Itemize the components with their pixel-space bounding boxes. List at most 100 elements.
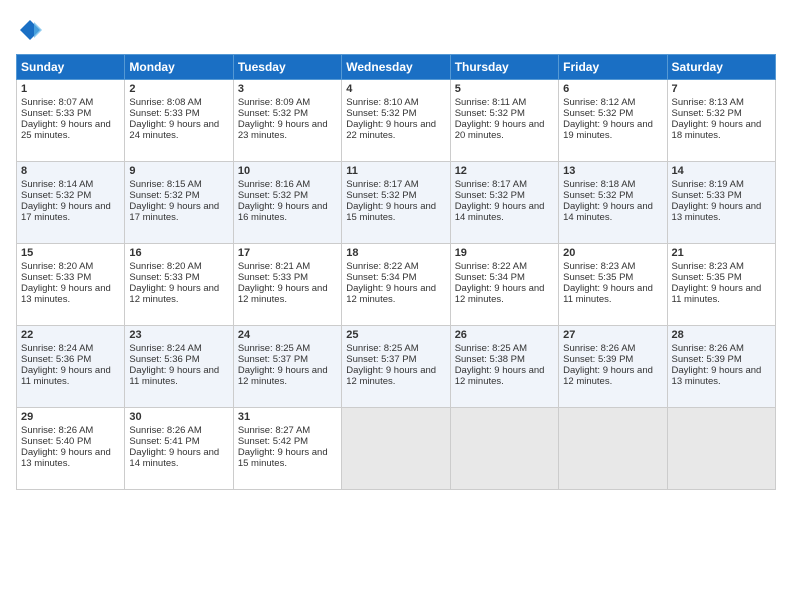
sunset: Sunset: 5:39 PM <box>672 354 742 365</box>
calendar-cell: 5Sunrise: 8:11 AMSunset: 5:32 PMDaylight… <box>450 80 558 162</box>
calendar-cell <box>559 408 667 490</box>
day-number: 14 <box>672 165 771 177</box>
calendar-cell: 2Sunrise: 8:08 AMSunset: 5:33 PMDaylight… <box>125 80 233 162</box>
sunset: Sunset: 5:41 PM <box>129 436 199 447</box>
calendar-cell <box>667 408 775 490</box>
day-number: 28 <box>672 329 771 341</box>
day-number: 19 <box>455 247 554 259</box>
sunrise: Sunrise: 8:23 AM <box>672 261 744 272</box>
day-number: 5 <box>455 83 554 95</box>
daylight: Daylight: 9 hours and 16 minutes. <box>238 201 328 223</box>
sunrise: Sunrise: 8:16 AM <box>238 179 310 190</box>
sunrise: Sunrise: 8:08 AM <box>129 97 201 108</box>
sunrise: Sunrise: 8:26 AM <box>129 425 201 436</box>
calendar-cell: 17Sunrise: 8:21 AMSunset: 5:33 PMDayligh… <box>233 244 341 326</box>
daylight: Daylight: 9 hours and 20 minutes. <box>455 119 545 141</box>
daylight: Daylight: 9 hours and 13 minutes. <box>21 447 111 469</box>
day-number: 12 <box>455 165 554 177</box>
sunrise: Sunrise: 8:14 AM <box>21 179 93 190</box>
day-number: 1 <box>21 83 120 95</box>
calendar-cell: 8 Sunrise: 8:14 AMSunset: 5:32 PMDaylight… <box>17 162 125 244</box>
day-number: 8 <box>21 165 120 177</box>
calendar-cell: 11Sunrise: 8:17 AMSunset: 5:32 PMDayligh… <box>342 162 450 244</box>
sunrise: Sunrise: 8:19 AM <box>672 179 744 190</box>
daylight: Daylight: 9 hours and 14 minutes. <box>563 201 653 223</box>
daylight: Daylight: 9 hours and 19 minutes. <box>563 119 653 141</box>
header-wednesday: Wednesday <box>342 55 450 80</box>
sunset: Sunset: 5:33 PM <box>129 108 199 119</box>
daylight: Daylight: 9 hours and 14 minutes. <box>455 201 545 223</box>
sunrise: Sunrise: 8:20 AM <box>21 261 93 272</box>
calendar-cell: 15Sunrise: 8:20 AMSunset: 5:33 PMDayligh… <box>17 244 125 326</box>
sunset: Sunset: 5:33 PM <box>238 272 308 283</box>
sunset: Sunset: 5:32 PM <box>563 190 633 201</box>
header-thursday: Thursday <box>450 55 558 80</box>
day-number: 3 <box>238 83 337 95</box>
calendar-cell: 25Sunrise: 8:25 AMSunset: 5:37 PMDayligh… <box>342 326 450 408</box>
day-number: 6 <box>563 83 662 95</box>
sunset: Sunset: 5:36 PM <box>129 354 199 365</box>
calendar-week-4: 22Sunrise: 8:24 AMSunset: 5:36 PMDayligh… <box>17 326 776 408</box>
sunrise: Sunrise: 8:07 AM <box>21 97 93 108</box>
calendar-cell: 13Sunrise: 8:18 AMSunset: 5:32 PMDayligh… <box>559 162 667 244</box>
sunset: Sunset: 5:32 PM <box>21 190 91 201</box>
calendar-cell: 23Sunrise: 8:24 AMSunset: 5:36 PMDayligh… <box>125 326 233 408</box>
sunrise: Sunrise: 8:26 AM <box>563 343 635 354</box>
sunrise: Sunrise: 8:24 AM <box>129 343 201 354</box>
daylight: Daylight: 9 hours and 23 minutes. <box>238 119 328 141</box>
sunset: Sunset: 5:32 PM <box>563 108 633 119</box>
sunrise: Sunrise: 8:18 AM <box>563 179 635 190</box>
sunrise: Sunrise: 8:25 AM <box>346 343 418 354</box>
day-number: 18 <box>346 247 445 259</box>
calendar-cell: 21Sunrise: 8:23 AMSunset: 5:35 PMDayligh… <box>667 244 775 326</box>
calendar-cell: 19Sunrise: 8:22 AMSunset: 5:34 PMDayligh… <box>450 244 558 326</box>
sunrise: Sunrise: 8:12 AM <box>563 97 635 108</box>
daylight: Daylight: 9 hours and 12 minutes. <box>455 365 545 387</box>
calendar-cell: 12Sunrise: 8:17 AMSunset: 5:32 PMDayligh… <box>450 162 558 244</box>
daylight: Daylight: 9 hours and 12 minutes. <box>238 283 328 305</box>
calendar-container: SundayMondayTuesdayWednesdayThursdayFrid… <box>0 0 792 612</box>
sunrise: Sunrise: 8:20 AM <box>129 261 201 272</box>
calendar-cell: 30Sunrise: 8:26 AMSunset: 5:41 PMDayligh… <box>125 408 233 490</box>
day-number: 21 <box>672 247 771 259</box>
sunset: Sunset: 5:32 PM <box>346 108 416 119</box>
daylight: Daylight: 9 hours and 22 minutes. <box>346 119 436 141</box>
daylight: Daylight: 9 hours and 13 minutes. <box>672 201 762 223</box>
daylight: Daylight: 9 hours and 12 minutes. <box>346 283 436 305</box>
calendar-cell: 10Sunrise: 8:16 AMSunset: 5:32 PMDayligh… <box>233 162 341 244</box>
sunset: Sunset: 5:33 PM <box>21 108 91 119</box>
sunset: Sunset: 5:38 PM <box>455 354 525 365</box>
daylight: Daylight: 9 hours and 12 minutes. <box>129 283 219 305</box>
calendar-cell: 26Sunrise: 8:25 AMSunset: 5:38 PMDayligh… <box>450 326 558 408</box>
daylight: Daylight: 9 hours and 11 minutes. <box>129 365 219 387</box>
daylight: Daylight: 9 hours and 17 minutes. <box>21 201 111 223</box>
daylight: Daylight: 9 hours and 11 minutes. <box>21 365 111 387</box>
calendar-cell: 9Sunrise: 8:15 AMSunset: 5:32 PMDaylight… <box>125 162 233 244</box>
sunset: Sunset: 5:33 PM <box>672 190 742 201</box>
sunset: Sunset: 5:42 PM <box>238 436 308 447</box>
calendar-cell: 14 Sunrise: 8:19 AMSunset: 5:33 PMDayligh… <box>667 162 775 244</box>
sunset: Sunset: 5:32 PM <box>238 190 308 201</box>
sunset: Sunset: 5:34 PM <box>346 272 416 283</box>
sunset: Sunset: 5:37 PM <box>238 354 308 365</box>
day-number: 30 <box>129 411 228 423</box>
daylight: Daylight: 9 hours and 13 minutes. <box>21 283 111 305</box>
calendar-cell: 28Sunrise: 8:26 AMSunset: 5:39 PMDayligh… <box>667 326 775 408</box>
day-number: 7 <box>672 83 771 95</box>
sunset: Sunset: 5:32 PM <box>455 108 525 119</box>
sunset: Sunset: 5:32 PM <box>346 190 416 201</box>
logo <box>16 16 48 44</box>
calendar-cell: 18Sunrise: 8:22 AMSunset: 5:34 PMDayligh… <box>342 244 450 326</box>
daylight: Daylight: 9 hours and 13 minutes. <box>672 365 762 387</box>
header <box>16 16 776 44</box>
header-sunday: Sunday <box>17 55 125 80</box>
sunset: Sunset: 5:32 PM <box>238 108 308 119</box>
header-monday: Monday <box>125 55 233 80</box>
day-number: 16 <box>129 247 228 259</box>
calendar-cell: 4Sunrise: 8:10 AMSunset: 5:32 PMDaylight… <box>342 80 450 162</box>
sunrise: Sunrise: 8:17 AM <box>346 179 418 190</box>
sunset: Sunset: 5:34 PM <box>455 272 525 283</box>
daylight: Daylight: 9 hours and 12 minutes. <box>238 365 328 387</box>
calendar-cell: 16Sunrise: 8:20 AMSunset: 5:33 PMDayligh… <box>125 244 233 326</box>
daylight: Daylight: 9 hours and 18 minutes. <box>672 119 762 141</box>
